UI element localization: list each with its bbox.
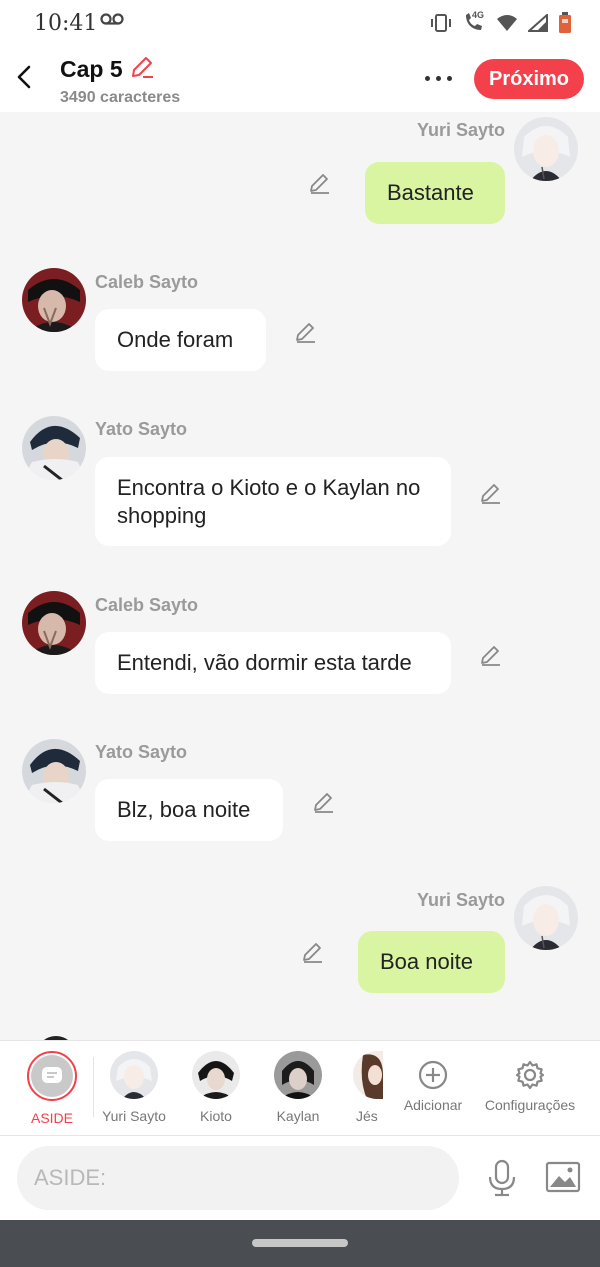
message-bubble[interactable]: Blz, boa noite bbox=[95, 779, 283, 841]
message-bubble[interactable]: Boa noite bbox=[358, 931, 505, 993]
back-arrow-icon bbox=[17, 65, 31, 89]
more-dot bbox=[435, 75, 441, 81]
edit-message-icon[interactable] bbox=[311, 789, 337, 815]
sender-name: Yuri Sayto bbox=[416, 120, 505, 140]
avatar-caleb[interactable] bbox=[22, 591, 86, 655]
chapter-header: Cap 5 3490 caracteres Próximo bbox=[0, 46, 600, 112]
avatar-yuri[interactable] bbox=[514, 886, 578, 950]
gear-icon bbox=[515, 1060, 545, 1090]
character-selector: ASIDE Yuri Sayto Kioto Kaylan Jés Adicio… bbox=[0, 1040, 600, 1136]
more-dot bbox=[424, 75, 430, 81]
character-label: Configurações bbox=[484, 1097, 576, 1113]
home-gesture-handle[interactable] bbox=[252, 1239, 348, 1247]
avatar-yuri bbox=[110, 1051, 158, 1099]
avatar-jes bbox=[353, 1051, 383, 1099]
input-bar: ASIDE: bbox=[0, 1136, 600, 1220]
network-type: 4G bbox=[472, 10, 485, 20]
avatar-yuri[interactable] bbox=[514, 117, 578, 181]
character-count: 3490 caracteres bbox=[60, 89, 181, 106]
character-label: Yuri Sayto bbox=[102, 1108, 166, 1124]
character-aside[interactable]: ASIDE bbox=[12, 1051, 92, 1126]
microphone-icon bbox=[488, 1159, 516, 1197]
aside-avatar bbox=[27, 1051, 77, 1101]
image-button[interactable] bbox=[544, 1158, 582, 1196]
sender-name: Yato Sayto bbox=[95, 742, 188, 762]
character-label: Jés bbox=[356, 1108, 378, 1124]
voicemail-icon bbox=[100, 12, 124, 31]
add-circle-icon bbox=[418, 1060, 448, 1090]
edit-message-icon[interactable] bbox=[478, 642, 504, 668]
more-options-button[interactable] bbox=[420, 68, 456, 88]
character-yuri[interactable]: Yuri Sayto bbox=[94, 1051, 174, 1124]
settings-button[interactable]: Configurações bbox=[480, 1051, 580, 1115]
message-bubble[interactable]: Entendi, vão dormir esta tarde bbox=[95, 632, 451, 694]
edit-message-icon[interactable] bbox=[307, 170, 333, 196]
status-bar: 10:41 4G bbox=[0, 0, 600, 46]
message-bubble[interactable]: Bastante bbox=[365, 162, 505, 224]
character-label: ASIDE bbox=[30, 1110, 73, 1126]
character-label: Adicionar bbox=[403, 1097, 463, 1113]
message-input[interactable]: ASIDE: bbox=[17, 1146, 459, 1210]
edit-message-icon[interactable] bbox=[293, 319, 319, 345]
avatar-yato[interactable] bbox=[22, 416, 86, 480]
image-icon bbox=[545, 1161, 581, 1193]
avatar-kaylan bbox=[274, 1051, 322, 1099]
wifi-icon bbox=[496, 14, 518, 37]
avatar-yato[interactable] bbox=[22, 739, 86, 803]
call-4g-icon: 4G bbox=[462, 10, 486, 39]
edit-message-icon[interactable] bbox=[478, 480, 504, 506]
message-bubble[interactable]: Encontra o Kioto e o Kaylan no shopping bbox=[95, 457, 451, 546]
chat-bubble-icon bbox=[42, 1067, 62, 1083]
character-kaylan[interactable]: Kaylan bbox=[258, 1051, 338, 1124]
sender-name: Yato Sayto bbox=[95, 419, 188, 439]
character-label: Kaylan bbox=[276, 1108, 320, 1124]
vibrate-icon bbox=[430, 13, 452, 38]
battery-icon bbox=[558, 12, 572, 39]
character-jes[interactable]: Jés bbox=[340, 1051, 388, 1124]
sender-name: Yuri Sayto bbox=[416, 890, 505, 910]
system-nav-bar bbox=[0, 1220, 600, 1267]
chapter-title: Cap 5 bbox=[60, 56, 123, 82]
add-character-button[interactable]: Adicionar bbox=[393, 1051, 473, 1115]
status-time: 10:41 bbox=[34, 11, 98, 36]
chat-area[interactable]: Yuri Sayto Bastante Caleb Sayto Onde for… bbox=[0, 112, 600, 1040]
microphone-button[interactable] bbox=[484, 1156, 520, 1200]
signal-icon bbox=[526, 12, 548, 37]
next-button[interactable]: Próximo bbox=[474, 59, 584, 99]
back-button[interactable] bbox=[10, 60, 38, 94]
more-dot bbox=[446, 75, 452, 81]
avatar-caleb[interactable] bbox=[22, 268, 86, 332]
status-icons: 4G bbox=[430, 10, 572, 39]
sender-name: Caleb Sayto bbox=[95, 595, 199, 615]
chapter-title-block: Cap 5 3490 caracteres bbox=[60, 54, 180, 107]
sender-name: Caleb Sayto bbox=[95, 272, 199, 292]
message-bubble[interactable]: Onde foram bbox=[95, 309, 266, 371]
character-kioto[interactable]: Kioto bbox=[176, 1051, 256, 1124]
character-label: Kioto bbox=[200, 1108, 232, 1124]
avatar-kioto bbox=[192, 1051, 240, 1099]
edit-title-icon[interactable] bbox=[129, 54, 155, 85]
edit-message-icon[interactable] bbox=[300, 939, 326, 965]
